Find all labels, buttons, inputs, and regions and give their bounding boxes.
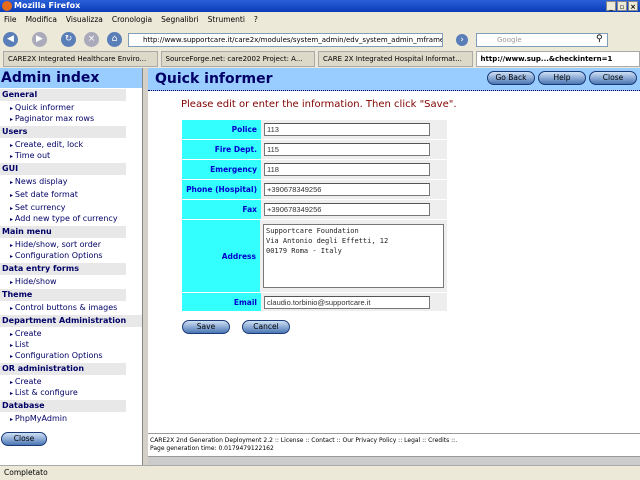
window-titlebar: Mozilla Firefox _ ▫ × — [0, 0, 640, 12]
main-frame: Quick informer Go Back Help Close Please… — [148, 68, 640, 465]
sidebar-item-dept-config[interactable]: Configuration Options — [0, 351, 142, 362]
cancel-button[interactable]: Cancel — [242, 320, 290, 334]
search-icon[interactable]: ⚲ — [596, 34, 603, 44]
email-input[interactable]: claudio.torbinio@supportcare.it — [264, 295, 430, 309]
firefox-icon — [2, 1, 12, 11]
sidebar-item-or-list[interactable]: List & configure — [0, 388, 142, 399]
go-icon[interactable]: › — [456, 34, 468, 46]
section-database: Database — [0, 400, 126, 412]
section-or-admin: OR administration — [0, 363, 126, 375]
page-footer: CARE2X 2nd Generation Deployment 2.2 :: … — [148, 433, 640, 457]
maximize-button[interactable]: ▫ — [617, 1, 627, 11]
close-button[interactable]: Close — [589, 71, 637, 85]
tab-active[interactable]: http://www.sup...&checkintern=1 — [475, 51, 640, 67]
sidebar-item-control-buttons[interactable]: Control buttons & images — [0, 303, 142, 314]
menu-modifica[interactable]: Modifica — [26, 12, 57, 28]
sidebar-item-phpmyadmin[interactable]: PhpMyAdmin — [0, 414, 142, 425]
sidebar-item-set-currency[interactable]: Set currency — [0, 203, 142, 214]
footer-links[interactable]: CARE2X 2nd Generation Deployment 2.2 :: … — [150, 437, 638, 445]
sidebar-item-paginator[interactable]: Paginator max rows — [0, 114, 142, 125]
sidebar-item-menu-config[interactable]: Configuration Options — [0, 251, 142, 262]
url-input[interactable]: http://www.supportcare.it/care2x/modules… — [128, 33, 443, 47]
sidebar-item-dept-list[interactable]: List — [0, 340, 142, 351]
section-department: Department Administration — [0, 315, 142, 327]
menu-segnalibri[interactable]: Segnalibri — [161, 12, 199, 28]
tab-care2x-hospital[interactable]: CARE 2X Integrated Hospital Informat... — [318, 51, 473, 67]
back-icon[interactable]: ◀ — [3, 32, 18, 47]
stop-icon[interactable]: × — [84, 32, 99, 47]
fax-label: Fax — [182, 200, 261, 219]
footer-bar — [148, 457, 640, 465]
emergency-label: Emergency — [182, 160, 261, 179]
menu-cronologia[interactable]: Cronologia — [112, 12, 152, 28]
section-users: Users — [0, 126, 126, 138]
email-label: Email — [182, 293, 261, 311]
quick-info-form: Police 113 Fire Dept. 115 Emergency 118 Pho… — [182, 120, 447, 312]
sidebar-item-add-currency[interactable]: Add new type of currency — [0, 214, 142, 225]
sidebar-item-hide-show[interactable]: Hide/show — [0, 277, 142, 288]
section-gui: GUI — [0, 163, 126, 175]
police-input[interactable]: 113 — [264, 123, 430, 136]
save-button[interactable]: Save — [182, 320, 230, 334]
forward-icon[interactable]: ▶ — [32, 32, 47, 47]
sidebar-item-date-format[interactable]: Set date format — [0, 190, 142, 201]
reload-icon[interactable]: ↻ — [61, 32, 76, 47]
sidebar-item-or-create[interactable]: Create — [0, 377, 142, 388]
tab-bar: CARE2X Integrated Healthcare Enviro... S… — [0, 51, 640, 68]
phone-input[interactable]: +390678349256 — [264, 183, 430, 196]
menu-file[interactable]: File — [4, 12, 17, 28]
address-label: Address — [182, 220, 260, 292]
window-title: Mozilla Firefox — [14, 1, 81, 10]
menu-bar: File Modifica Visualizza Cronologia Segnalib… — [0, 12, 640, 28]
fire-dept-input[interactable]: 115 — [264, 143, 430, 156]
menu-help[interactable]: ? — [254, 12, 258, 28]
fire-dept-label: Fire Dept. — [182, 140, 261, 159]
sidebar-title: Admin index — [0, 68, 142, 88]
status-bar: Completato — [0, 465, 640, 480]
menu-visualizza[interactable]: Visualizza — [66, 12, 103, 28]
sidebar-item-news-display[interactable]: News display — [0, 177, 142, 188]
minimize-button[interactable]: _ — [606, 1, 616, 11]
emergency-input[interactable]: 118 — [264, 163, 430, 176]
police-label: Police — [182, 120, 261, 139]
sidebar-item-quick-informer[interactable]: Quick informer — [0, 103, 142, 114]
sidebar-item-dept-create[interactable]: Create — [0, 329, 142, 340]
section-theme: Theme — [0, 289, 126, 301]
tab-care2x[interactable]: CARE2X Integrated Healthcare Enviro... — [3, 51, 158, 67]
phone-label: Phone (Hospital) — [182, 180, 261, 199]
instruction-text: Please edit or enter the information. Th… — [181, 99, 457, 110]
help-button[interactable]: Help — [538, 71, 586, 85]
page-generation-time: Page generation time: 0.0179479122162 — [150, 445, 274, 452]
section-data-entry: Data entry forms — [0, 263, 126, 275]
tab-sourceforge[interactable]: SourceForge.net: care2002 Project: A... — [160, 51, 316, 67]
menu-strumenti[interactable]: Strumenti — [208, 12, 245, 28]
close-window-button[interactable]: × — [628, 1, 638, 11]
page-header: Quick informer Go Back Help Close — [148, 68, 640, 91]
section-general: General — [0, 89, 126, 101]
fax-input[interactable]: +390678349256 — [264, 203, 430, 216]
admin-sidebar: Admin index General Quick informer Pagin… — [0, 68, 143, 465]
sidebar-item-hide-show-sort[interactable]: Hide/show, sort order — [0, 240, 142, 251]
navigation-toolbar: ◀ ▶ ↻ × ⌂ http://www.supportcare.it/care… — [0, 28, 640, 51]
address-textarea[interactable]: Supportcare Foundation Via Antonio degli… — [263, 224, 444, 288]
sidebar-item-time-out[interactable]: Time out — [0, 151, 142, 162]
sidebar-item-create-edit-lock[interactable]: Create, edit, lock — [0, 140, 142, 151]
go-back-button[interactable]: Go Back — [487, 71, 535, 85]
section-main-menu: Main menu — [0, 226, 126, 238]
search-input[interactable]: Google — [476, 33, 608, 47]
sidebar-close-button[interactable]: Close — [1, 432, 47, 446]
home-icon[interactable]: ⌂ — [107, 32, 122, 47]
